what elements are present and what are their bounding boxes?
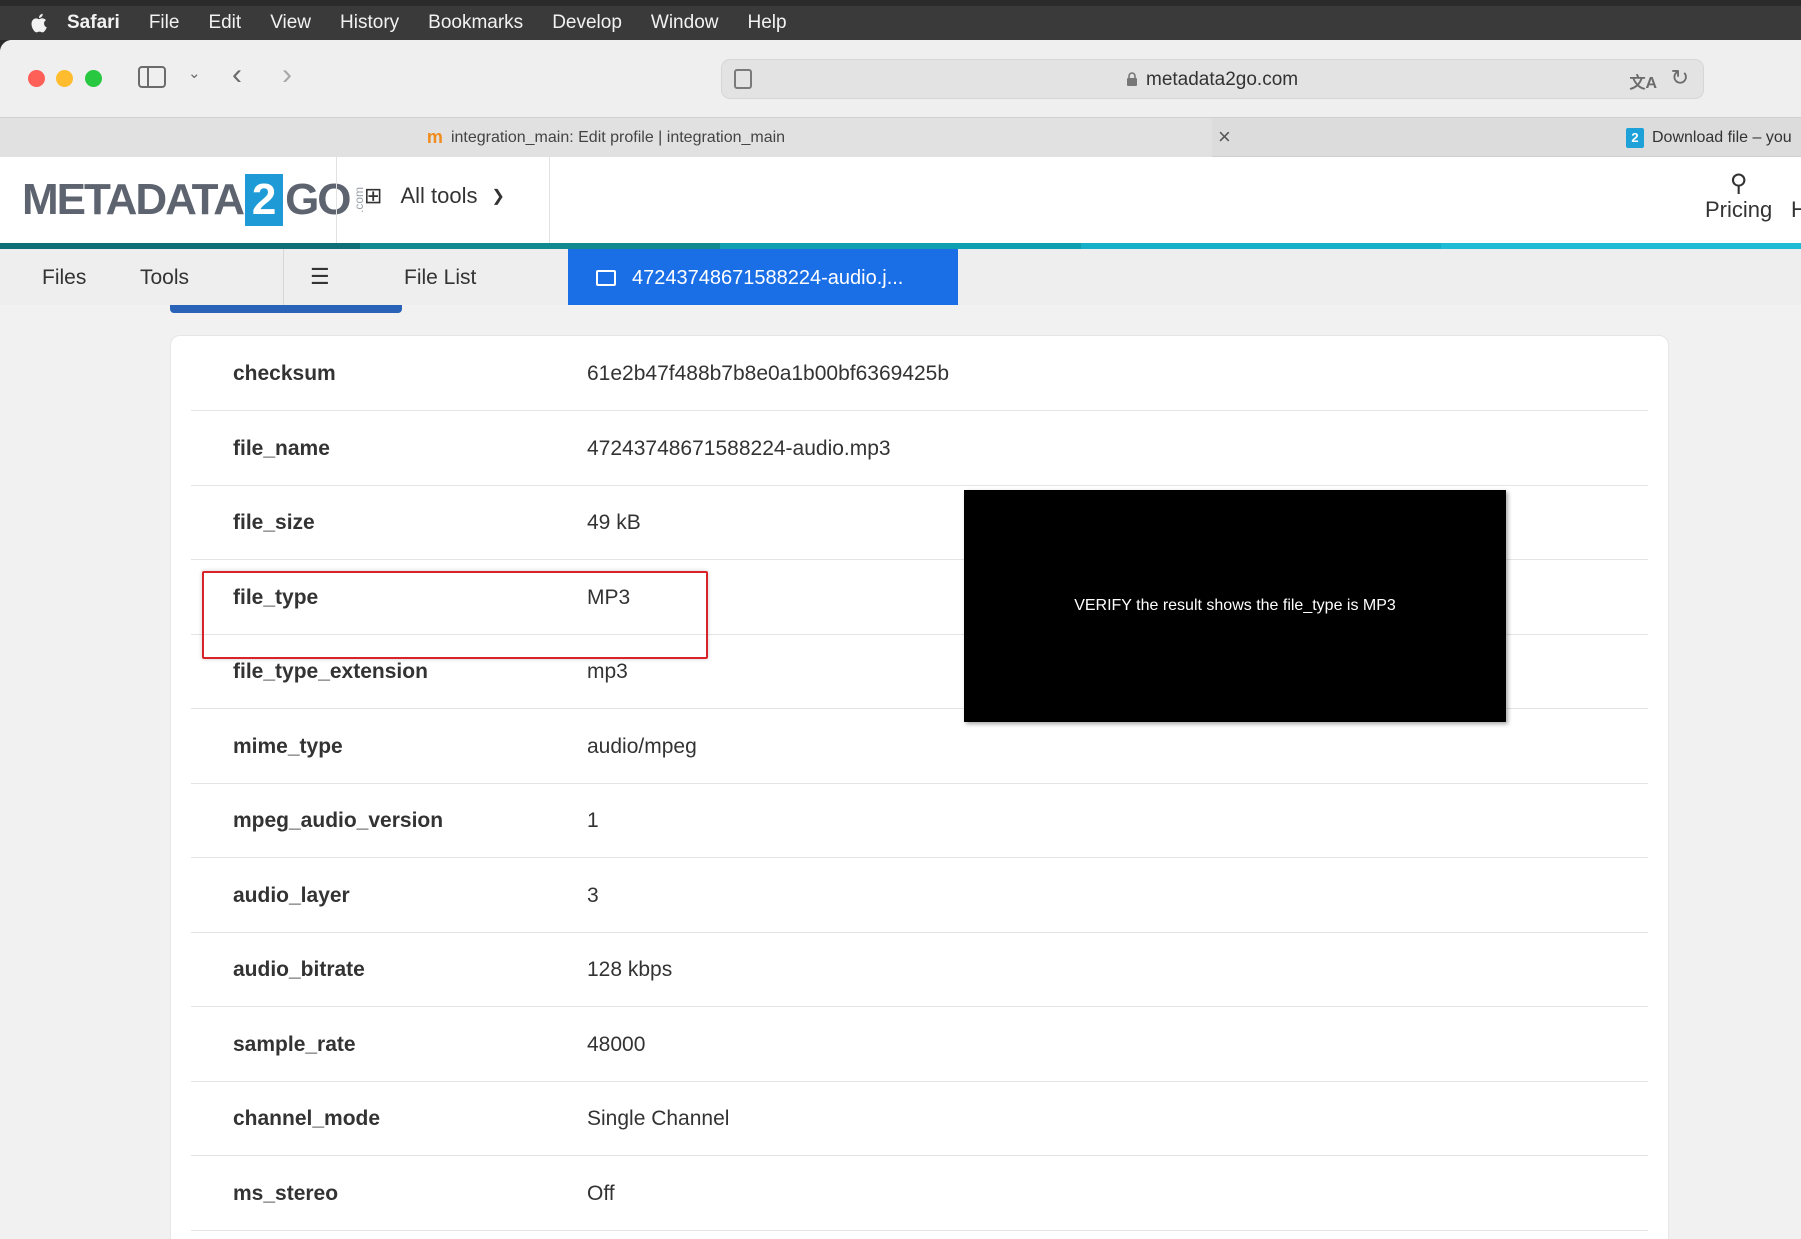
verification-overlay: VERIFY the result shows the file_type is… [964,490,1506,722]
all-tools-dropdown[interactable]: ⊞ All tools ❯ [364,183,505,209]
metadata-row-mpeg-audio-version: mpeg_audio_version 1 [191,784,1648,858]
metadata-row-channel-mode: channel_mode Single Channel [191,1082,1648,1156]
list-icon[interactable]: ☰ [310,264,330,290]
site-header: METADATA 2 GO .com ⊞ All tools ❯ ⚲ Prici… [0,157,1801,243]
logo-digit: 2 [245,174,284,226]
reload-icon[interactable]: ↻ [1671,65,1689,91]
metadata-value: 47243748671588224-audio.mp3 [587,436,891,460]
metadata-key: file_size [233,511,315,534]
menu-file[interactable]: File [149,12,180,34]
overlay-text: VERIFY the result shows the file_type is… [1074,597,1396,614]
menu-bookmarks[interactable]: Bookmarks [428,12,523,34]
page-menu-icon[interactable] [734,69,752,89]
metadata-value: Single Channel [587,1107,730,1130]
metadata2go-favicon-icon: 2 [1626,127,1644,148]
grid-icon: ⊞ [364,183,383,208]
menu-view[interactable]: View [270,12,311,34]
tab-bar: m integration_main: Edit profile | integ… [0,117,1801,157]
metadata-key: file_type_extension [233,660,428,683]
metadata-value: 1 [587,809,599,832]
metadata-row-audio-layer: audio_layer 3 [191,859,1648,933]
close-tab-icon[interactable]: × [1218,124,1231,150]
metadata-row-checksum: checksum 61e2b47f488b7b8e0a1b00bf6369425b [191,337,1648,411]
moodle-favicon-icon: m [426,127,443,147]
metadata2go-logo[interactable]: METADATA 2 GO .com [22,171,366,229]
metadata-key: mime_type [233,734,343,758]
sidebar-toggle-icon[interactable] [138,66,166,88]
browser-toolbar: ⌄ ‹ › metadata2go.com 文A ↻ [0,40,1801,117]
menu-edit[interactable]: Edit [208,12,241,34]
logo-text: METADATA [22,175,245,224]
url-text: metadata2go.com [1146,69,1299,90]
header-divider [336,157,337,243]
header-link-cut[interactable]: H [1791,197,1801,223]
header-divider [549,157,550,243]
file-list-tab[interactable]: File List [404,266,476,290]
tools-tab[interactable]: Tools [140,266,189,290]
logo-text-go: GO [285,175,351,224]
image-icon [596,270,616,286]
active-file-tab[interactable]: 47243748671588224-audio.j... [568,249,958,307]
metadata-key: file_name [233,436,330,460]
pricing-link[interactable]: ⚲ Pricing [1705,169,1772,223]
menu-help[interactable]: Help [747,12,786,34]
metadata-value: 128 kbps [587,958,673,981]
metadata-key: audio_bitrate [233,958,365,981]
chevron-down-icon[interactable]: ⌄ [188,64,201,82]
metadata-key: checksum [233,362,336,385]
apple-logo-icon[interactable] [29,12,51,34]
menu-app-safari[interactable]: Safari [67,12,120,34]
pricing-label: Pricing [1705,197,1773,222]
tab-download-file[interactable]: 2 Download file – you [1626,118,1792,157]
back-arrow-icon[interactable]: ‹ [232,58,242,92]
tab-title: integration_main: Edit profile | integra… [450,128,786,146]
metadata-row-sample-rate: sample_rate 48000 [191,1008,1648,1082]
metadata-row-audio-bitrate: audio_bitrate 128 kbps [191,933,1648,1007]
metadata-value: 61e2b47f488b7b8e0a1b00bf6369425b [587,362,950,385]
metadata-card: checksum 61e2b47f488b7b8e0a1b00bf6369425b… [170,335,1669,1239]
zoom-window-button[interactable] [85,70,102,87]
metadata-value: mp3 [587,660,628,683]
metadata-key: ms_stereo [233,1181,339,1205]
nav-divider [283,249,284,307]
tab-integration-main[interactable]: m integration_main: Edit profile | integ… [0,118,1212,157]
files-tab-underline [170,305,402,313]
active-file-label: 47243748671588224-audio.j... [632,266,904,289]
menu-window[interactable]: Window [651,12,719,34]
metadata-value: audio/mpeg [587,734,697,758]
files-tab[interactable]: Files [42,266,86,290]
price-tag-icon: ⚲ [1729,170,1748,197]
metadata-value: 3 [587,883,599,907]
minimize-window-button[interactable] [56,70,73,87]
metadata-row-file-name: file_name 47243748671588224-audio.mp3 [191,412,1648,486]
forward-arrow-icon[interactable]: › [282,58,292,92]
metadata-key: channel_mode [233,1107,381,1130]
lock-icon [1127,72,1137,86]
metadata-content: checksum 61e2b47f488b7b8e0a1b00bf6369425b… [0,305,1801,1239]
macos-menu-bar: Safari File Edit View History Bookmarks … [0,6,1801,40]
metadata-value: Off [587,1181,615,1205]
close-window-button[interactable] [28,70,45,87]
metadata-key: sample_rate [233,1032,356,1056]
chevron-down-icon: ❯ [491,188,505,205]
metadata-key: audio_layer [233,883,350,907]
menu-develop[interactable]: Develop [552,12,622,34]
metadata-value: 48000 [587,1032,646,1056]
file-type-highlight-box [202,571,708,659]
metadata-key: mpeg_audio_version [233,809,444,832]
menu-history[interactable]: History [340,12,399,34]
address-bar[interactable]: metadata2go.com 文A ↻ [721,59,1704,99]
metadata-row-ms-stereo: ms_stereo Off [191,1157,1648,1231]
all-tools-label: All tools [400,183,478,208]
translate-icon[interactable]: 文A [1629,69,1657,93]
file-navigation-bar: Files Tools ☰ File List 4724374867158822… [0,249,1801,307]
metadata-value: 49 kB [587,511,641,534]
tab-title: Download file – you [1652,128,1792,146]
